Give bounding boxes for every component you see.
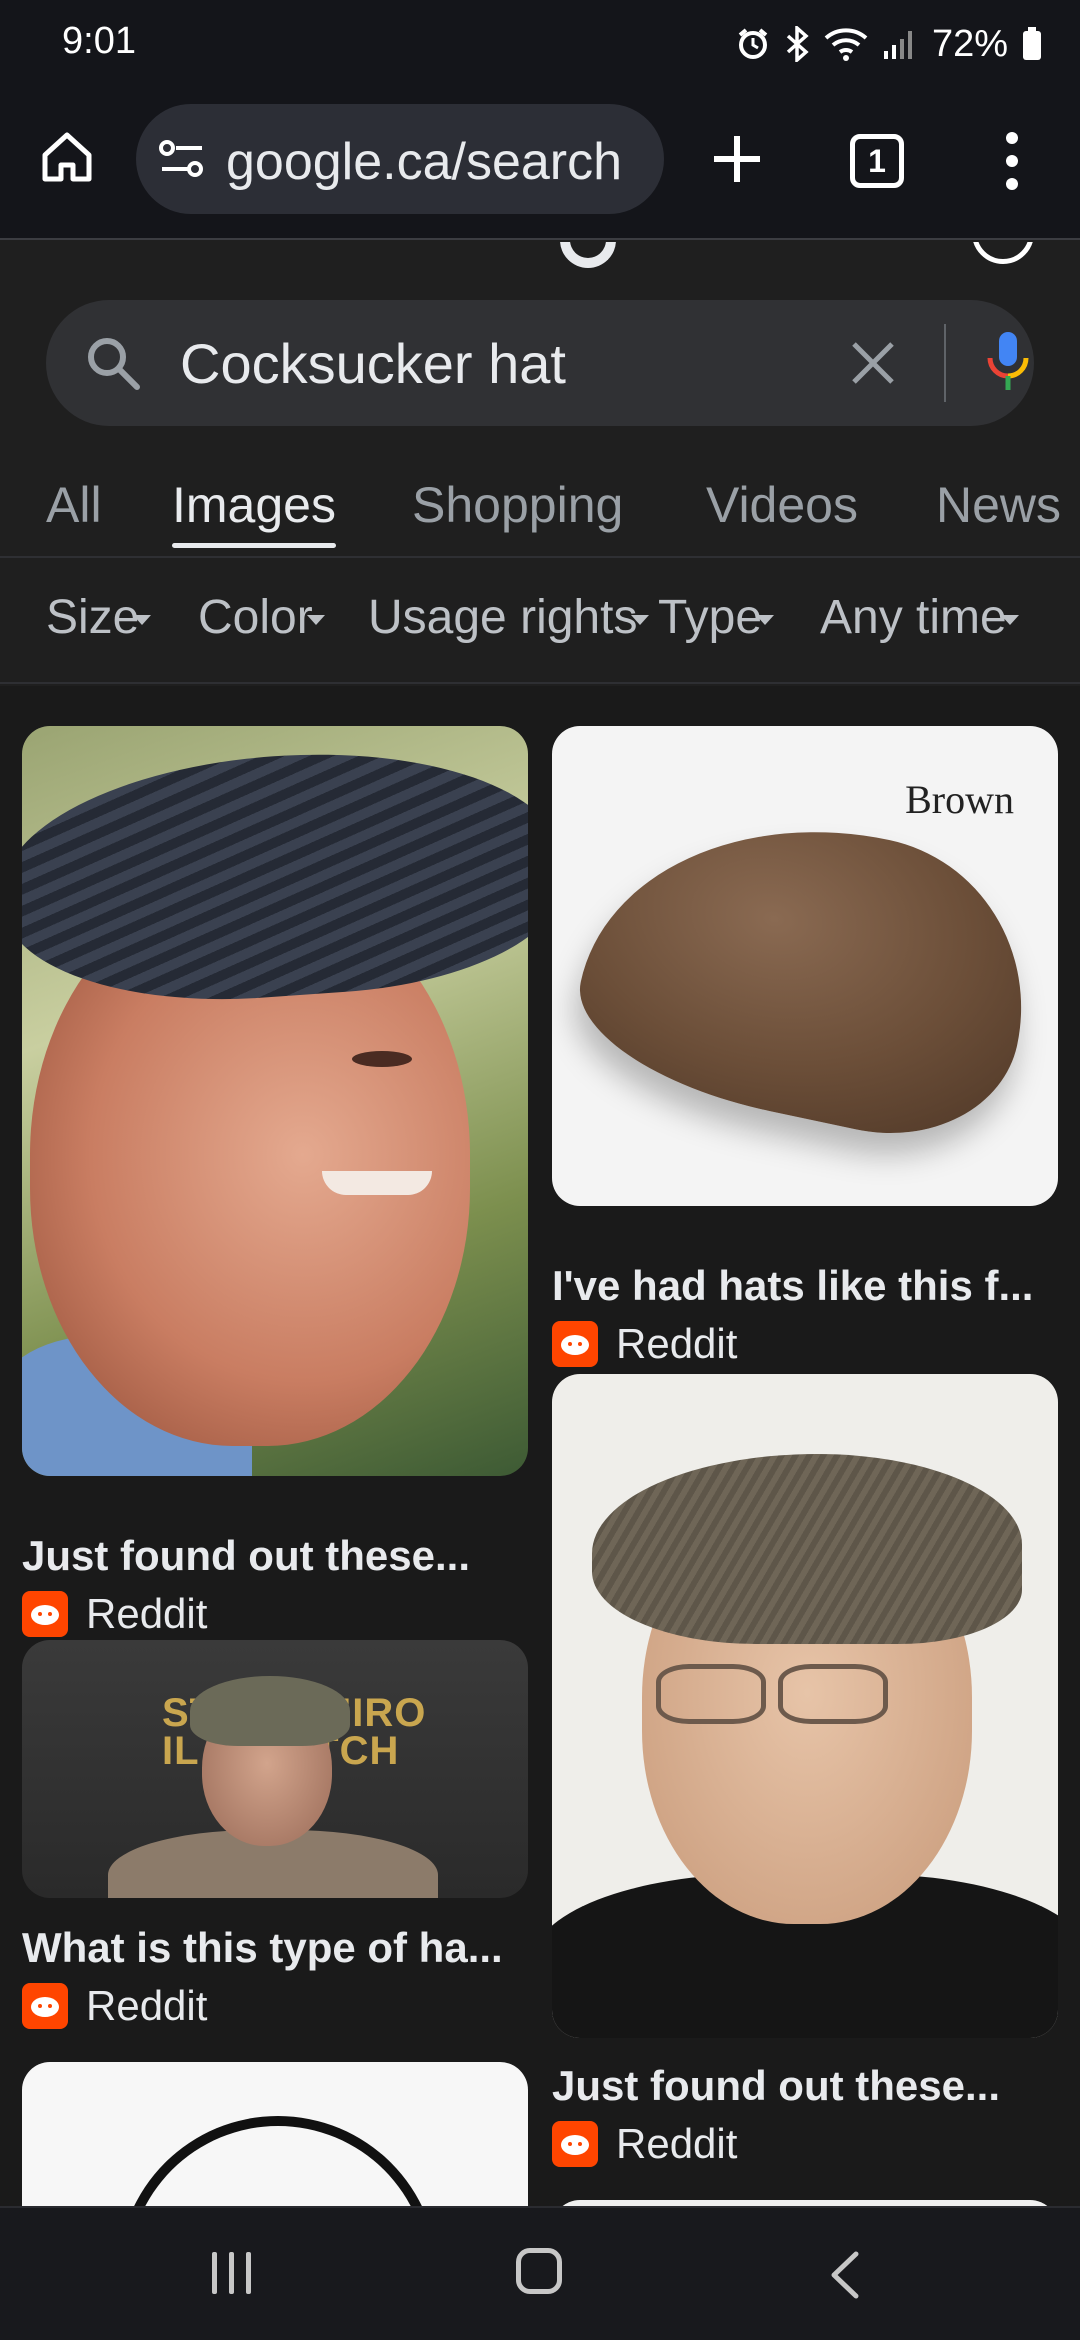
- tab-all[interactable]: All: [46, 476, 102, 534]
- battery-percent: 72%: [931, 22, 1008, 65]
- result-source[interactable]: Reddit: [552, 1320, 737, 1368]
- url-bar[interactable]: google.ca/search: [136, 104, 664, 214]
- google-logo-fragment: [560, 242, 616, 268]
- result-image[interactable]: STA DE NIROIL C MATCH: [22, 1640, 528, 1898]
- result-source-label: Reddit: [86, 1590, 208, 1637]
- tab-images[interactable]: Images: [172, 476, 336, 548]
- result-caption[interactable]: Just found out these...: [22, 1532, 470, 1580]
- more-vert-icon[interactable]: [990, 126, 1034, 196]
- chevron-down-icon: [306, 615, 325, 626]
- reddit-icon: [552, 1321, 598, 1367]
- recents-button[interactable]: [212, 2252, 251, 2294]
- search-nav-tabs: All Images Shopping Videos News: [0, 450, 1080, 558]
- url-text[interactable]: google.ca/search: [226, 132, 622, 192]
- result-image[interactable]: [22, 2062, 528, 2206]
- result-source[interactable]: Reddit: [22, 1590, 207, 1638]
- image-filters: Size Color Usage rights Type Any time: [0, 560, 1080, 684]
- home-button[interactable]: [34, 124, 100, 190]
- tab-shopping[interactable]: Shopping: [412, 476, 623, 534]
- new-tab-button[interactable]: [702, 124, 772, 194]
- search-icon: [88, 338, 140, 390]
- reddit-icon: [552, 2121, 598, 2167]
- alarm-icon: [738, 28, 768, 59]
- signal-icon: [883, 31, 912, 59]
- browser-toolbar: google.ca/search 1: [0, 90, 1080, 240]
- tab-count: 1: [868, 142, 886, 179]
- avatar[interactable]: [972, 242, 1034, 264]
- page-header-peek: [0, 242, 1080, 278]
- filter-usage-rights[interactable]: Usage rights: [368, 590, 650, 645]
- plus-icon: [714, 136, 760, 182]
- clear-icon[interactable]: [846, 336, 900, 390]
- home-icon: [42, 132, 92, 182]
- filter-size-label: Size: [46, 591, 140, 644]
- status-bar: 9:01 72%: [0, 0, 1080, 90]
- mic-icon[interactable]: [986, 330, 1030, 396]
- search-input[interactable]: [180, 328, 820, 398]
- image-results-grid: Just found out these... Reddit Brown I'v…: [0, 686, 1080, 2206]
- filter-any-time[interactable]: Any time: [820, 590, 1019, 645]
- result-image[interactable]: Brown: [552, 726, 1058, 1206]
- tab-switcher-button[interactable]: 1: [850, 134, 904, 188]
- filter-color-label: Color: [198, 591, 313, 644]
- tab-videos[interactable]: Videos: [706, 476, 858, 534]
- back-icon[interactable]: [828, 2250, 862, 2300]
- result-image[interactable]: [22, 726, 528, 1476]
- search-divider: [944, 324, 946, 402]
- filter-any-time-label: Any time: [820, 591, 1007, 644]
- site-settings-icon[interactable]: [158, 138, 206, 180]
- result-caption[interactable]: I've had hats like this f...: [552, 1262, 1033, 1310]
- filter-size[interactable]: Size: [46, 590, 152, 645]
- filter-color[interactable]: Color: [198, 590, 325, 645]
- result-source-label: Reddit: [616, 1320, 738, 1367]
- chevron-down-icon: [756, 615, 775, 626]
- result-caption[interactable]: What is this type of ha...: [22, 1924, 503, 1972]
- search-box[interactable]: [46, 300, 1034, 426]
- reddit-icon: [22, 1983, 68, 2029]
- chevron-down-icon: [1000, 615, 1019, 626]
- reddit-icon: [22, 1591, 68, 1637]
- tab-news[interactable]: News: [936, 476, 1061, 534]
- result-source[interactable]: Reddit: [22, 1982, 207, 2030]
- result-source-label: Reddit: [616, 2120, 738, 2167]
- status-icons: 72%: [736, 20, 1042, 68]
- filter-usage-rights-label: Usage rights: [368, 591, 638, 644]
- system-nav-bar: [0, 2206, 1080, 2340]
- result-image[interactable]: [552, 1374, 1058, 2038]
- filter-type-label: Type: [658, 591, 763, 644]
- status-time: 9:01: [62, 20, 136, 62]
- home-nav-button[interactable]: [516, 2248, 562, 2294]
- bluetooth-icon: [786, 26, 809, 62]
- wifi-icon: [824, 28, 868, 61]
- result-caption[interactable]: Just found out these...: [552, 2062, 1000, 2110]
- battery-icon: [1023, 27, 1041, 60]
- result-source[interactable]: Reddit: [552, 2120, 737, 2168]
- filter-type[interactable]: Type: [658, 590, 775, 645]
- result-source-label: Reddit: [86, 1982, 208, 2029]
- chevron-down-icon: [631, 615, 650, 626]
- chevron-down-icon: [133, 615, 152, 626]
- image-label: Brown: [905, 777, 1014, 822]
